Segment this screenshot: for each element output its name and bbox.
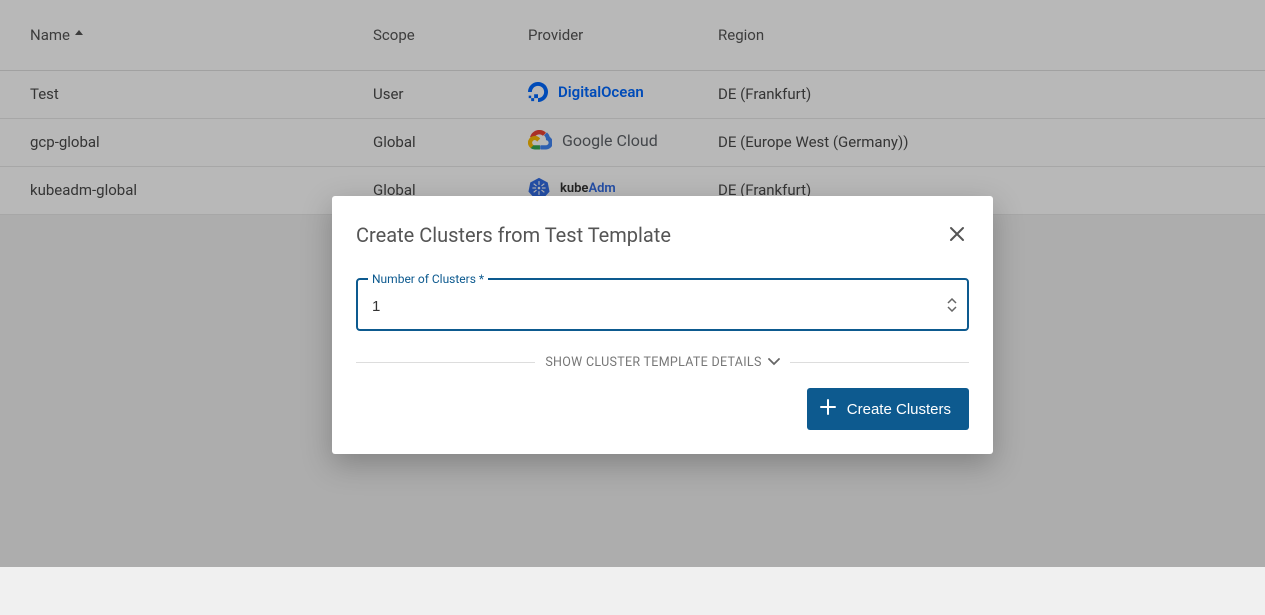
number-of-clusters-field[interactable]: Number of Clusters * [356,278,969,331]
chevron-up-icon [947,298,957,305]
create-clusters-modal: Create Clusters from Test Template Numbe… [332,196,993,454]
field-label: Number of Clusters * [368,272,488,286]
close-icon [949,222,965,247]
chevron-down-icon [768,355,780,370]
modal-actions: Create Clusters [356,388,969,430]
close-button[interactable] [945,220,969,250]
plus-icon [819,398,837,420]
show-details-label: SHOW CLUSTER TEMPLATE DETAILS [545,355,761,370]
chevron-down-icon [947,305,957,312]
modal-title: Create Clusters from Test Template [356,223,671,247]
modal-header: Create Clusters from Test Template [356,220,969,250]
divider-line [790,362,969,363]
divider-line [356,362,535,363]
number-of-clusters-input[interactable] [358,280,967,329]
create-clusters-button[interactable]: Create Clusters [807,388,969,430]
number-stepper[interactable] [947,298,957,312]
show-details-toggle[interactable]: SHOW CLUSTER TEMPLATE DETAILS [535,355,789,370]
details-toggle-row: SHOW CLUSTER TEMPLATE DETAILS [356,355,969,370]
create-clusters-label: Create Clusters [847,401,951,418]
